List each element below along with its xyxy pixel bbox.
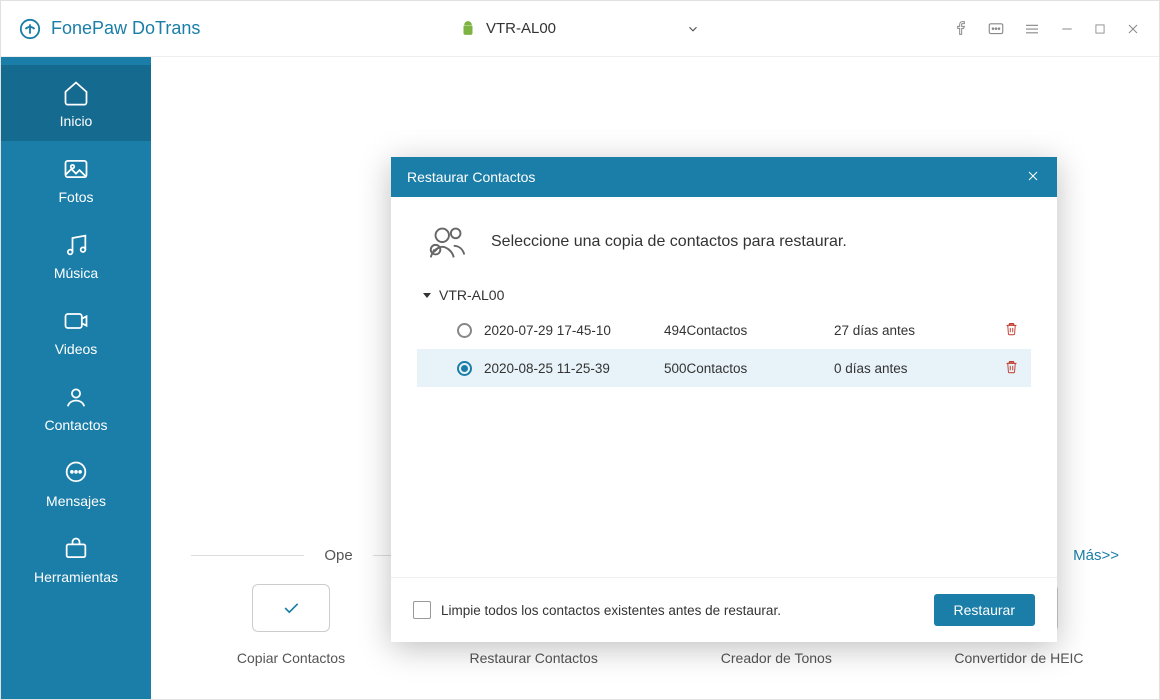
chevron-down-icon <box>686 22 700 36</box>
sidebar-item-label: Fotos <box>58 189 93 205</box>
window-controls <box>953 20 1141 38</box>
ops-heading: Ope <box>324 547 352 564</box>
wipe-checkbox[interactable] <box>413 601 431 619</box>
backup-timestamp: 2020-08-25 11-25-39 <box>484 361 664 376</box>
op-label: Creador de Tonos <box>721 650 832 666</box>
sidebar-item-label: Música <box>54 265 98 281</box>
backup-timestamp: 2020-07-29 17-45-10 <box>484 323 664 338</box>
photos-icon <box>62 155 90 183</box>
music-icon <box>62 231 90 259</box>
app-title: FonePaw DoTrans <box>51 18 200 39</box>
delete-backup-button[interactable] <box>1004 359 1019 377</box>
sidebar-item-label: Mensajes <box>46 493 106 509</box>
close-icon[interactable] <box>1125 21 1141 37</box>
modal-instruction: Seleccione una copia de contactos para r… <box>491 233 847 251</box>
sidebar-item-label: Contactos <box>44 417 107 433</box>
modal-hero: Seleccione una copia de contactos para r… <box>417 219 1031 265</box>
sidebar-item-label: Videos <box>55 341 98 357</box>
divider <box>191 555 304 556</box>
radio-selected-icon[interactable] <box>457 361 472 376</box>
contacts-restore-icon <box>425 219 471 265</box>
feedback-icon[interactable] <box>987 20 1005 38</box>
backup-group-toggle[interactable]: VTR-AL00 <box>417 287 1031 303</box>
maximize-icon[interactable] <box>1093 22 1107 36</box>
sidebar-item-contactos[interactable]: Contactos <box>1 369 151 445</box>
menu-icon[interactable] <box>1023 20 1041 38</box>
titlebar: FonePaw DoTrans VTR-AL00 <box>1 1 1159 57</box>
backup-count: 494Contactos <box>664 323 834 338</box>
sidebar-item-herramientas[interactable]: Herramientas <box>1 521 151 597</box>
op-label: Restaurar Contactos <box>469 650 597 666</box>
app-logo-icon <box>19 18 41 40</box>
videos-icon <box>62 307 90 335</box>
modal-header: Restaurar Contactos <box>391 157 1057 197</box>
tools-icon <box>62 535 90 563</box>
check-icon <box>281 598 301 618</box>
android-icon <box>460 21 476 37</box>
app-logo: FonePaw DoTrans <box>19 18 200 40</box>
sidebar-item-fotos[interactable]: Fotos <box>1 141 151 217</box>
sidebar-item-inicio[interactable]: Inicio <box>1 65 151 141</box>
backup-list: 2020-07-29 17-45-10 494Contactos 27 días… <box>417 311 1031 387</box>
restore-button[interactable]: Restaurar <box>934 594 1035 626</box>
main-area: Ope Más>> Copiar Contactos Restaurar Con… <box>151 57 1159 699</box>
close-icon <box>1025 168 1041 184</box>
op-copiar-contactos[interactable]: Copiar Contactos <box>201 584 381 666</box>
device-name-label: VTR-AL00 <box>486 20 556 37</box>
trash-icon <box>1004 321 1019 336</box>
sidebar-item-musica[interactable]: Música <box>1 217 151 293</box>
sidebar-item-label: Inicio <box>60 113 93 129</box>
sidebar-item-videos[interactable]: Videos <box>1 293 151 369</box>
facebook-icon[interactable] <box>953 21 969 37</box>
modal-footer: Limpie todos los contactos existentes an… <box>391 577 1057 642</box>
backup-row[interactable]: 2020-08-25 11-25-39 500Contactos 0 días … <box>417 349 1031 387</box>
sidebar-item-label: Herramientas <box>34 569 118 585</box>
home-icon <box>62 79 90 107</box>
radio-unselected-icon[interactable] <box>457 323 472 338</box>
restore-contacts-modal: Restaurar Contactos <box>391 157 1057 642</box>
backup-row[interactable]: 2020-07-29 17-45-10 494Contactos 27 días… <box>417 311 1031 349</box>
modal-close-button[interactable] <box>1025 168 1041 187</box>
contacts-icon <box>62 383 90 411</box>
delete-backup-button[interactable] <box>1004 321 1019 339</box>
backup-count: 500Contactos <box>664 361 834 376</box>
op-label: Copiar Contactos <box>237 650 345 666</box>
sidebar: Inicio Fotos Música Videos Contactos Men… <box>1 57 151 699</box>
wipe-checkbox-label: Limpie todos los contactos existentes an… <box>441 603 781 618</box>
minimize-icon[interactable] <box>1059 21 1075 37</box>
trash-icon <box>1004 359 1019 374</box>
op-label: Convertidor de HEIC <box>954 650 1083 666</box>
more-link[interactable]: Más>> <box>1073 547 1119 564</box>
triangle-down-icon <box>421 289 433 301</box>
backup-age: 0 días antes <box>834 361 1004 376</box>
backup-age: 27 días antes <box>834 323 1004 338</box>
modal-title: Restaurar Contactos <box>407 169 535 185</box>
messages-icon <box>62 459 90 487</box>
backup-group-name: VTR-AL00 <box>439 287 504 303</box>
sidebar-item-mensajes[interactable]: Mensajes <box>1 445 151 521</box>
device-selector[interactable]: VTR-AL00 <box>450 16 710 41</box>
